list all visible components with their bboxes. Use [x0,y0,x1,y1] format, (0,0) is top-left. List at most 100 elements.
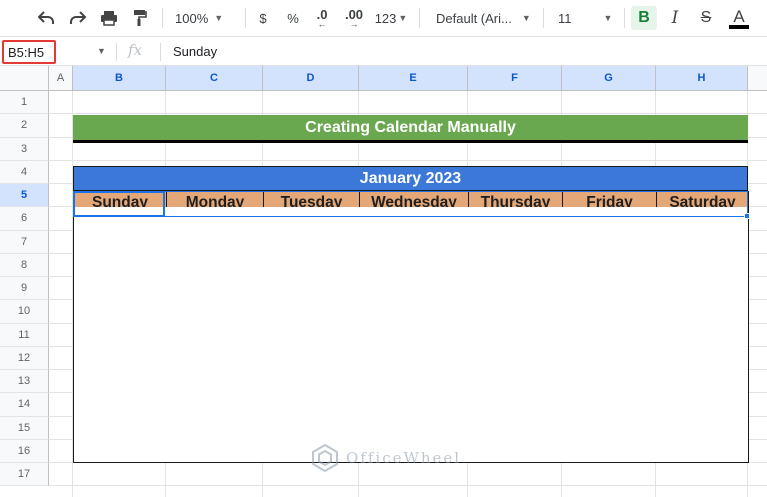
row-header-5[interactable]: 5 [0,184,49,208]
spreadsheet-grid[interactable]: 17 16 15 14 13 12 11 10 9 8 7 6 5 4 3 2 1 Creating Calend… [0,66,767,497]
calendar-cell[interactable] [73,439,167,463]
row-header-15[interactable]: 15 [0,416,49,440]
formula-input[interactable]: Sunday [173,44,217,59]
calendar-cell[interactable] [468,277,563,302]
calendar-cell[interactable] [468,253,563,278]
column-header-c[interactable]: C [166,66,263,91]
row-header-11[interactable]: 11 [0,323,49,347]
column-header-h[interactable]: H [656,66,748,91]
calendar-cell[interactable] [468,346,563,371]
calendar-cell[interactable] [73,277,167,302]
decrease-decimal-button[interactable]: .0 ← [310,6,334,30]
calendar-cell[interactable] [166,439,264,463]
column-header-f[interactable]: F [468,66,562,91]
row-header-7[interactable]: 7 [0,230,49,254]
column-header-next[interactable] [748,66,767,91]
row-header-17[interactable]: 17 [0,463,49,487]
currency-button[interactable]: $ [254,6,272,30]
calendar-cell[interactable] [73,207,167,232]
calendar-cell[interactable] [263,370,360,395]
calendar-cell[interactable] [468,393,563,418]
calendar-cell[interactable] [562,393,657,418]
name-box[interactable]: B5:H5 [2,40,56,64]
calendar-cell[interactable] [263,230,360,255]
chevron-down-icon[interactable]: ▼ [97,46,106,56]
undo-icon[interactable] [34,6,58,30]
print-icon[interactable] [97,6,121,30]
calendar-cell[interactable] [359,416,469,441]
calendar-cell[interactable] [73,230,167,255]
calendar-cell[interactable] [166,253,264,278]
zoom-select[interactable]: 100% ▼ [175,6,237,30]
calendar-cell[interactable] [359,253,469,278]
calendar-cell[interactable] [263,416,360,441]
calendar-cell[interactable] [263,277,360,302]
italic-button[interactable]: I [664,6,686,30]
calendar-cell[interactable] [263,253,360,278]
calendar-cell[interactable] [166,300,264,325]
calendar-cell[interactable] [468,300,563,325]
calendar-cell[interactable] [166,416,264,441]
bold-button[interactable]: B [631,6,657,30]
text-color-button[interactable]: A [727,6,751,30]
calendar-cell[interactable] [73,416,167,441]
calendar-cell[interactable] [166,277,264,302]
calendar-cell[interactable] [166,323,264,348]
calendar-cell[interactable] [656,370,749,395]
strikethrough-button[interactable]: S [695,6,717,30]
calendar-cell[interactable] [263,323,360,348]
calendar-cell[interactable] [656,230,749,255]
paint-format-icon[interactable] [128,6,152,30]
calendar-cell[interactable] [562,439,657,463]
calendar-cell[interactable] [562,416,657,441]
increase-decimal-button[interactable]: .00 → [340,6,368,30]
calendar-cell[interactable] [562,346,657,371]
redo-icon[interactable] [66,6,90,30]
calendar-cell[interactable] [656,277,749,302]
calendar-cell[interactable] [263,393,360,418]
calendar-cell[interactable] [562,370,657,395]
calendar-month[interactable]: January 2023 [73,166,748,191]
column-header-e[interactable]: E [359,66,468,91]
calendar-cell[interactable] [468,323,563,348]
calendar-cell[interactable] [562,277,657,302]
calendar-cell[interactable] [359,277,469,302]
calendar-cell[interactable] [656,300,749,325]
row-header-2[interactable]: 2 [0,114,49,138]
calendar-title[interactable]: Creating Calendar Manually [73,115,748,143]
calendar-cell[interactable] [562,253,657,278]
calendar-cell[interactable] [359,207,469,232]
calendar-cell[interactable] [263,346,360,371]
calendar-cell[interactable] [656,253,749,278]
calendar-cell[interactable] [359,393,469,418]
row-header-16[interactable]: 16 [0,439,49,463]
row-header-3[interactable]: 3 [0,137,49,161]
calendar-cell[interactable] [359,346,469,371]
row-header-4[interactable]: 4 [0,160,49,184]
row-header-14[interactable]: 14 [0,393,49,417]
calendar-cell[interactable] [656,323,749,348]
calendar-cell[interactable] [468,416,563,441]
column-header-b[interactable]: B [73,66,166,91]
calendar-cell[interactable] [562,300,657,325]
calendar-cell[interactable] [468,439,563,463]
calendar-cell[interactable] [359,300,469,325]
font-size-select[interactable]: 11 ▼ [558,6,618,30]
row-header-6[interactable]: 6 [0,207,49,231]
calendar-cell[interactable] [468,207,563,232]
calendar-cell[interactable] [263,300,360,325]
calendar-cell[interactable] [656,393,749,418]
column-header-d[interactable]: D [263,66,359,91]
calendar-cell[interactable] [656,439,749,463]
calendar-cell[interactable] [73,393,167,418]
calendar-cell[interactable] [166,370,264,395]
calendar-cell[interactable] [73,253,167,278]
calendar-cell[interactable] [166,346,264,371]
calendar-cell[interactable] [166,393,264,418]
calendar-cell[interactable] [73,300,167,325]
row-header-13[interactable]: 13 [0,370,49,394]
calendar-cell[interactable] [562,323,657,348]
calendar-cell[interactable] [166,230,264,255]
calendar-cell[interactable] [468,230,563,255]
calendar-cell[interactable] [73,370,167,395]
